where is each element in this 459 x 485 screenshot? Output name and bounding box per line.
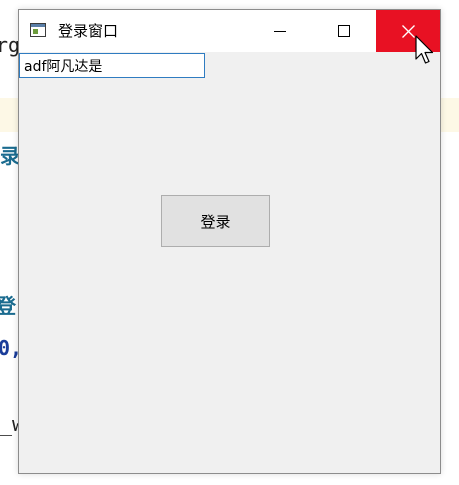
login-button[interactable]: 登录 (161, 195, 270, 247)
title-bar[interactable]: 登录窗口 (19, 10, 440, 52)
username-input[interactable] (19, 53, 205, 78)
window-title: 登录窗口 (58, 22, 119, 40)
maximize-button[interactable] (312, 10, 376, 52)
background-code-fragment: 录 (0, 144, 20, 168)
minimize-button[interactable] (248, 10, 312, 52)
window-app-icon (30, 23, 46, 37)
background-code-fragment: 登 (0, 294, 16, 318)
close-icon (401, 24, 415, 38)
minimize-icon (274, 31, 286, 32)
login-button-label: 登录 (200, 212, 231, 231)
login-window: 登录窗口 登录 (18, 9, 441, 474)
mouse-pointer-icon (415, 35, 434, 64)
maximize-icon (338, 25, 350, 37)
